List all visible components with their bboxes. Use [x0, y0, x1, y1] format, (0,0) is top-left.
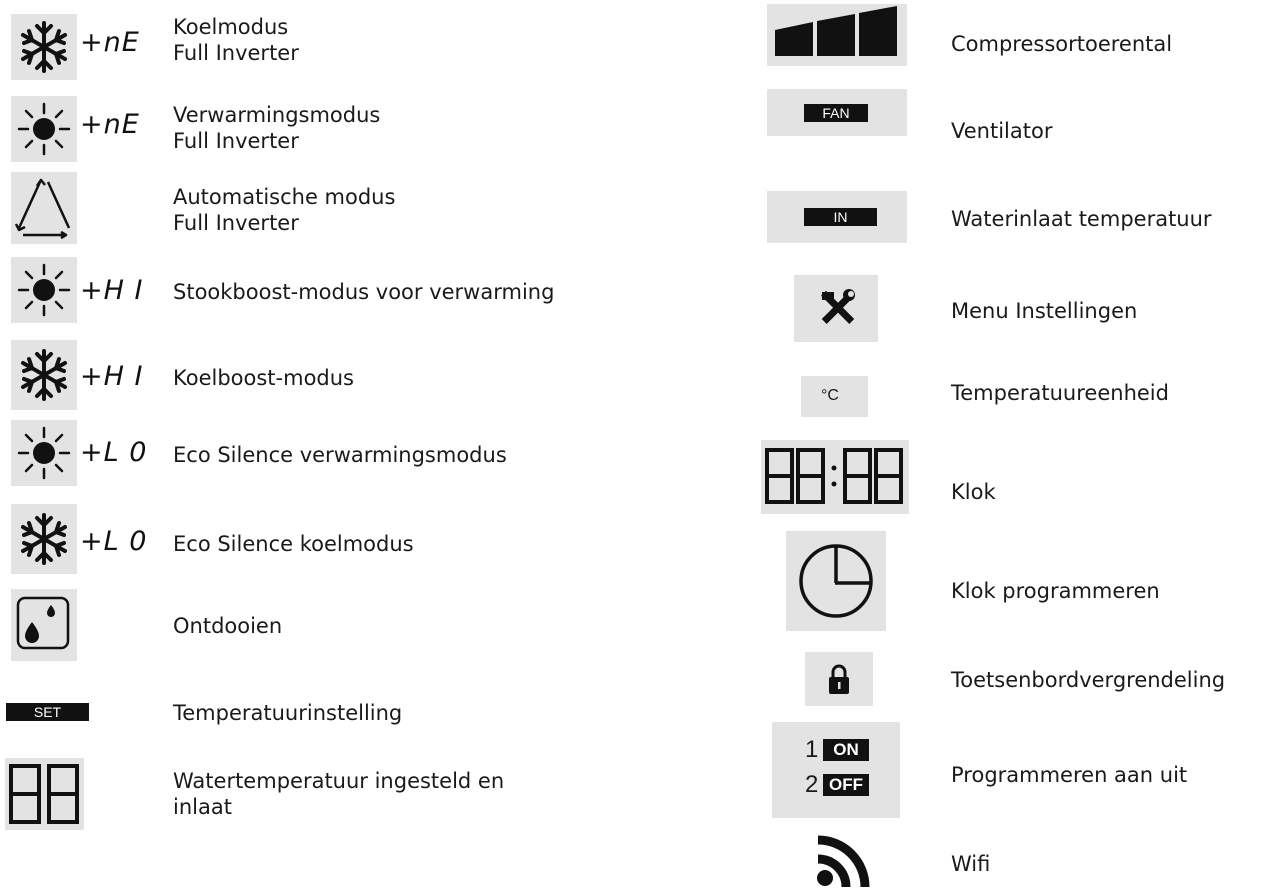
sun-icon: [11, 96, 77, 162]
snowflake-icon: [11, 14, 77, 80]
mode-code-HI: +H I: [80, 275, 144, 306]
label-inlaat: inlaat: [173, 795, 232, 819]
sun-icon: [11, 420, 77, 486]
tools-icon: [794, 275, 878, 342]
defrost-drops-icon: [11, 589, 77, 661]
label-ventilator: Ventilator: [951, 119, 1053, 143]
label-full-inverter-3: Full Inverter: [173, 211, 299, 235]
celsius-icon: °C: [801, 376, 868, 417]
lock-icon: [805, 652, 873, 706]
label-temperatuureenheid: Temperatuureenheid: [951, 381, 1169, 405]
label-wifi: Wifi: [951, 852, 991, 876]
celsius-unit: °C: [821, 387, 839, 404]
wifi-icon: [812, 834, 872, 888]
clock-icon: [786, 531, 886, 631]
label-verwarmingsmodus: Verwarmingsmodus: [173, 103, 381, 127]
mode-code-nE: +nE: [80, 27, 140, 58]
label-automatische-modus: Automatische modus: [173, 185, 396, 209]
mode-code-HI: +H I: [80, 361, 144, 392]
label-compressortoerental: Compressortoerental: [951, 32, 1173, 56]
clock-digits-icon: [761, 440, 909, 514]
off-tag: OFF: [823, 774, 869, 796]
set-tag-icon: SET: [6, 703, 89, 721]
label-koelmodus: Koelmodus: [173, 15, 289, 39]
label-eco-silence-koel: Eco Silence koelmodus: [173, 532, 414, 556]
label-toetsenbordvergrendeling: Toetsenbordvergrendeling: [951, 668, 1226, 692]
label-eco-silence-verwarming: Eco Silence verwarmingsmodus: [173, 443, 507, 467]
label-menu-instellingen: Menu Instellingen: [951, 299, 1138, 323]
compressor-bars-icon: [767, 4, 907, 66]
mode-code-L0: +L 0: [80, 437, 148, 468]
on-tag: ON: [823, 739, 869, 761]
label-koelboost: Koelboost-modus: [173, 366, 354, 390]
label-ontdooien: Ontdooien: [173, 614, 283, 638]
in-tag-label: IN: [804, 208, 877, 226]
label-watertemperatuur: Watertemperatuur ingesteld en: [173, 769, 505, 793]
label-temperatuurinstelling: Temperatuurinstelling: [173, 701, 403, 725]
mode-code-L0: +L 0: [80, 526, 148, 557]
label-waterinlaat: Waterinlaat temperatuur: [951, 207, 1212, 231]
label-stookboost: Stookboost-modus voor verwarming: [173, 280, 555, 304]
label-full-inverter-1: Full Inverter: [173, 41, 299, 65]
label-klok: Klok: [951, 480, 996, 504]
mode-code-nE: +nE: [80, 109, 140, 140]
on-off-icon: 1 ON 2 OFF: [772, 722, 900, 818]
in-tag-icon: IN: [767, 191, 907, 243]
snowflake-icon: [11, 504, 77, 574]
auto-triangle-icon: [11, 172, 77, 244]
sun-icon: [11, 257, 77, 323]
program-2-number: 2: [805, 771, 819, 798]
label-full-inverter-2: Full Inverter: [173, 129, 299, 153]
label-programmeren-aan-uit: Programmeren aan uit: [951, 763, 1188, 787]
program-1-number: 1: [805, 736, 819, 763]
label-klok-programmeren: Klok programmeren: [951, 579, 1160, 603]
fan-tag-icon: FAN: [767, 89, 907, 136]
segment-digits-icon: [5, 758, 84, 830]
snowflake-icon: [11, 340, 77, 410]
fan-tag-label: FAN: [804, 104, 868, 122]
